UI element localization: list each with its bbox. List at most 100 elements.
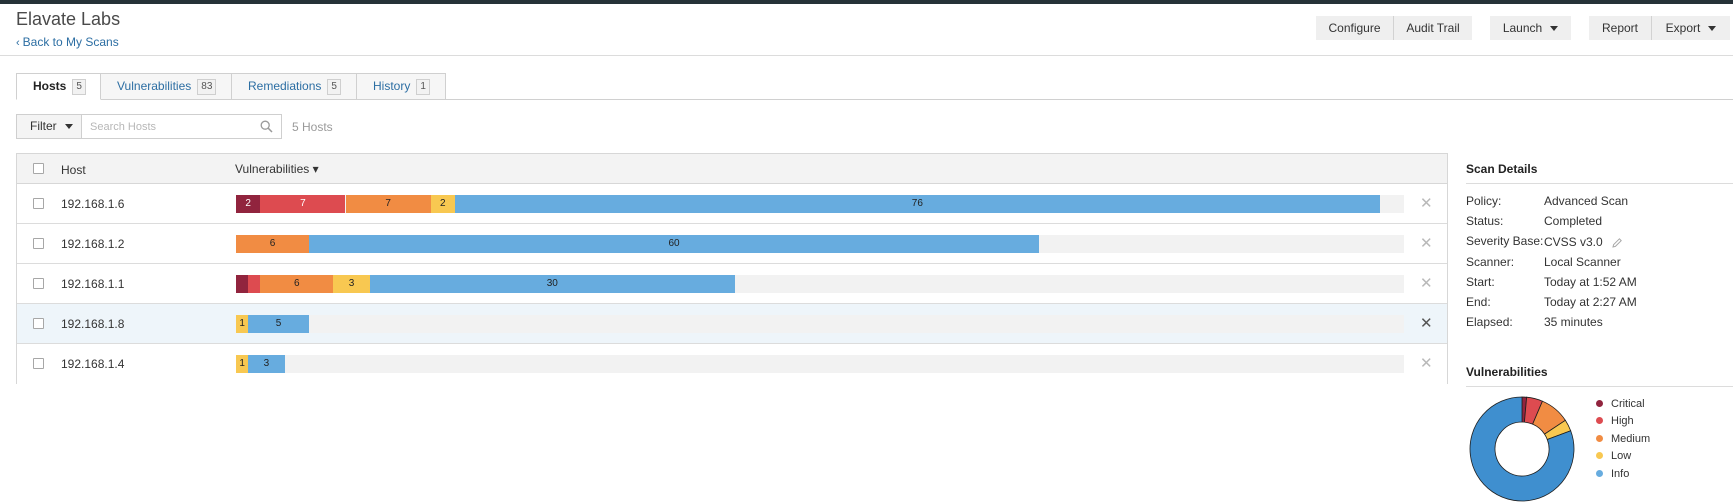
row-checkbox[interactable] (33, 278, 44, 289)
host-ip: 192.168.1.4 (61, 357, 125, 371)
legend-dot (1596, 451, 1603, 459)
caret-down-icon (1550, 26, 1559, 32)
vulnerability-bar[interactable]: 6 3 30 (236, 275, 1404, 293)
tab-history-count: 1 (416, 78, 430, 95)
vulnerability-bar[interactable]: 6 60 (236, 235, 1404, 253)
configure-button[interactable]: Configure (1316, 16, 1393, 40)
bar-segment-high[interactable]: 7 (260, 195, 346, 213)
caret-down-icon (1708, 26, 1717, 32)
launch-button[interactable]: Launch (1490, 16, 1571, 40)
host-count-text: 5 Hosts (292, 120, 333, 134)
bar-segment-medium[interactable]: 6 (260, 275, 334, 293)
detail-value-status: Completed (1544, 214, 1603, 228)
table-row[interactable]: 192.168.1.8 15 ✕ (17, 304, 1447, 344)
column-header-host[interactable]: Host (61, 163, 86, 177)
close-icon[interactable]: ✕ (1420, 355, 1433, 373)
audit-trail-label: Audit Trail (1406, 21, 1460, 35)
legend-dot (1596, 469, 1603, 477)
detail-label-status: Status: (1466, 214, 1504, 228)
vulnerability-bar[interactable]: 15 (236, 315, 1404, 333)
legend-item-critical: Critical (1596, 398, 1645, 410)
bar-segment-critical[interactable] (236, 275, 249, 293)
tab-vulnerabilities-label: Vulnerabilities (117, 79, 192, 93)
bar-segment-high[interactable] (248, 275, 261, 293)
back-to-scans-link[interactable]: ‹ Back to My Scans (16, 35, 119, 49)
legend-label: Medium (1611, 433, 1651, 445)
detail-label-severity-base: Severity Base: (1466, 234, 1544, 248)
report-button[interactable]: Report (1589, 16, 1651, 40)
detail-value-elapsed: 35 minutes (1544, 315, 1603, 329)
column-header-vulnerabilities[interactable]: Vulnerabilities ▾ (235, 162, 319, 176)
bar-segment-low[interactable]: 2 (430, 195, 455, 213)
vulnerabilities-summary-divider (1466, 386, 1733, 387)
legend-item-high: High (1596, 415, 1634, 427)
legend-label: Critical (1611, 398, 1645, 410)
configure-label: Configure (1328, 21, 1381, 35)
legend-dot (1596, 399, 1603, 407)
bar-segment-info[interactable]: 76 (455, 195, 1380, 213)
search-icon[interactable] (260, 120, 273, 136)
close-icon[interactable]: ✕ (1420, 235, 1433, 253)
close-icon[interactable]: ✕ (1420, 315, 1433, 333)
row-checkbox[interactable] (33, 238, 44, 249)
legend-item-info: Info (1596, 468, 1629, 480)
host-ip: 192.168.1.6 (61, 197, 125, 211)
legend-item-medium: Medium (1596, 433, 1650, 445)
detail-value-start: Today at 1:52 AM (1544, 275, 1637, 289)
tab-vulnerabilities-count: 83 (197, 78, 217, 95)
search-hosts-input[interactable] (82, 115, 252, 138)
table-row[interactable]: 192.168.1.6 2 7 7 2 76 ✕ (17, 184, 1447, 224)
bar-segment-critical[interactable]: 2 (236, 195, 261, 213)
legend-label: High (1611, 415, 1634, 427)
bar-segment-info[interactable]: 30 (369, 275, 735, 293)
tab-hosts-count: 5 (72, 78, 86, 95)
legend-dot (1596, 416, 1603, 424)
vulnerability-bar[interactable]: 13 (236, 355, 1404, 373)
vulnerabilities-summary-title: Vulnerabilities (1466, 365, 1548, 379)
filter-dropdown[interactable]: Filter (16, 114, 82, 139)
detail-label-scanner: Scanner: (1466, 255, 1515, 269)
bar-segment-medium[interactable]: 7 (345, 195, 431, 213)
row-checkbox[interactable] (33, 318, 44, 329)
tab-vulnerabilities[interactable]: Vulnerabilities 83 (100, 73, 232, 100)
bar-segment-low[interactable]: 1 (236, 315, 249, 333)
tab-remediations[interactable]: Remediations 5 (231, 73, 357, 100)
chevron-left-icon: ‹ (16, 37, 20, 49)
bar-segment-medium[interactable]: 6 (236, 235, 309, 253)
export-label: Export (1665, 21, 1701, 35)
close-icon[interactable]: ✕ (1420, 275, 1433, 293)
audit-trail-button[interactable]: Audit Trail (1394, 16, 1472, 40)
vulnerabilities-donut-chart (1469, 396, 1575, 502)
top-accent-bar (0, 0, 1733, 4)
detail-label-elapsed: Elapsed: (1466, 315, 1513, 329)
table-header: Host Vulnerabilities ▾ (17, 154, 1447, 184)
vulnerability-bar[interactable]: 2 7 7 2 76 (236, 195, 1404, 213)
bar-segment-info[interactable]: 5 (248, 315, 309, 333)
pencil-icon[interactable] (1611, 237, 1623, 252)
bar-segment-info[interactable]: 60 (309, 235, 1039, 253)
tab-history-label: History (373, 79, 411, 93)
table-row[interactable]: 192.168.1.1 6 3 30 ✕ (17, 264, 1447, 304)
detail-label-end: End: (1466, 295, 1491, 309)
select-all-checkbox[interactable] (33, 163, 44, 174)
export-button[interactable]: Export (1652, 16, 1730, 40)
legend-item-low: Low (1596, 450, 1631, 462)
tab-remediations-count: 5 (327, 78, 341, 95)
scan-details-title: Scan Details (1466, 162, 1538, 176)
legend-label: Low (1611, 450, 1632, 462)
row-checkbox[interactable] (33, 358, 44, 369)
table-row[interactable]: 192.168.1.2 6 60 ✕ (17, 224, 1447, 264)
filter-label: Filter (30, 119, 57, 133)
close-icon[interactable]: ✕ (1420, 195, 1433, 213)
host-ip: 192.168.1.2 (61, 237, 125, 251)
row-checkbox[interactable] (33, 198, 44, 209)
bar-segment-info[interactable]: 3 (248, 355, 285, 373)
detail-value-policy: Advanced Scan (1544, 194, 1629, 208)
table-row[interactable]: 192.168.1.4 13 ✕ (17, 344, 1447, 384)
tab-hosts-label: Hosts (33, 79, 67, 93)
tab-hosts[interactable]: Hosts 5 (16, 73, 101, 100)
scan-details-divider (1466, 183, 1733, 184)
bar-segment-low[interactable]: 1 (236, 355, 249, 373)
tab-history[interactable]: History 1 (356, 73, 446, 100)
bar-segment-low[interactable]: 3 (333, 275, 370, 293)
